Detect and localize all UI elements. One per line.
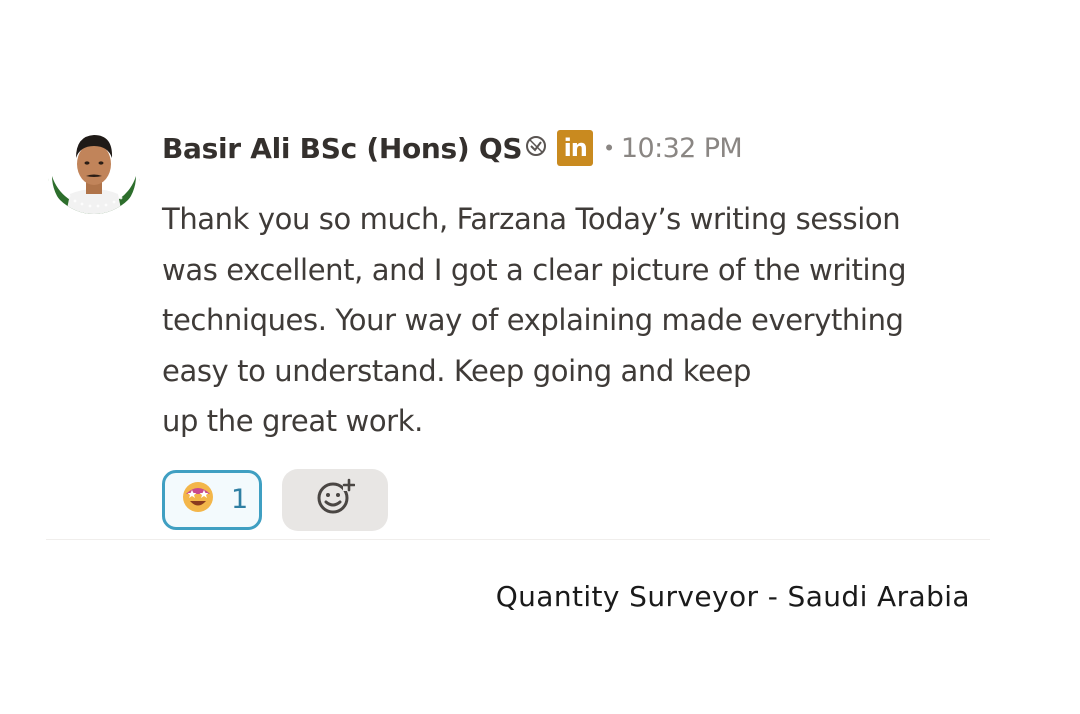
message-line: up the great work.: [162, 404, 423, 438]
author-name[interactable]: Basir Ali BSc (Hons) QS: [162, 132, 523, 165]
message-line: techniques. Your way of explaining made …: [162, 303, 904, 337]
verified-badge-icon: [525, 135, 547, 157]
message-line: Thank you so much, Farzana Today’s writi…: [162, 202, 901, 236]
star-struck-emoji-icon: [181, 480, 215, 519]
separator-dot: •: [605, 135, 613, 160]
avatar-photo: [46, 118, 142, 214]
reaction-chip[interactable]: 1: [162, 469, 262, 530]
message-line: easy to understand. Keep going and keep: [162, 353, 751, 388]
add-reaction-icon: [315, 477, 356, 522]
avatar[interactable]: [46, 118, 142, 214]
reactions-bar: 1: [162, 468, 1002, 531]
divider: [46, 539, 990, 540]
message-line: was excellent, and I got a clear picture…: [162, 252, 907, 287]
linkedin-icon[interactable]: in: [557, 130, 594, 166]
message-text: Thank you so much, Farzana Today’s writi…: [162, 194, 1002, 447]
caption: Quantity Surveyor - Saudi Arabia: [495, 580, 970, 613]
message-header: Basir Ali BSc (Hons) QS in • 10:32 PM: [162, 118, 1002, 178]
message-content: Basir Ali BSc (Hons) QS in • 10:32 PM Th…: [162, 118, 1002, 531]
add-reaction-button[interactable]: [282, 468, 388, 531]
reaction-count: 1: [231, 484, 249, 515]
timestamp: 10:32 PM: [620, 132, 743, 164]
